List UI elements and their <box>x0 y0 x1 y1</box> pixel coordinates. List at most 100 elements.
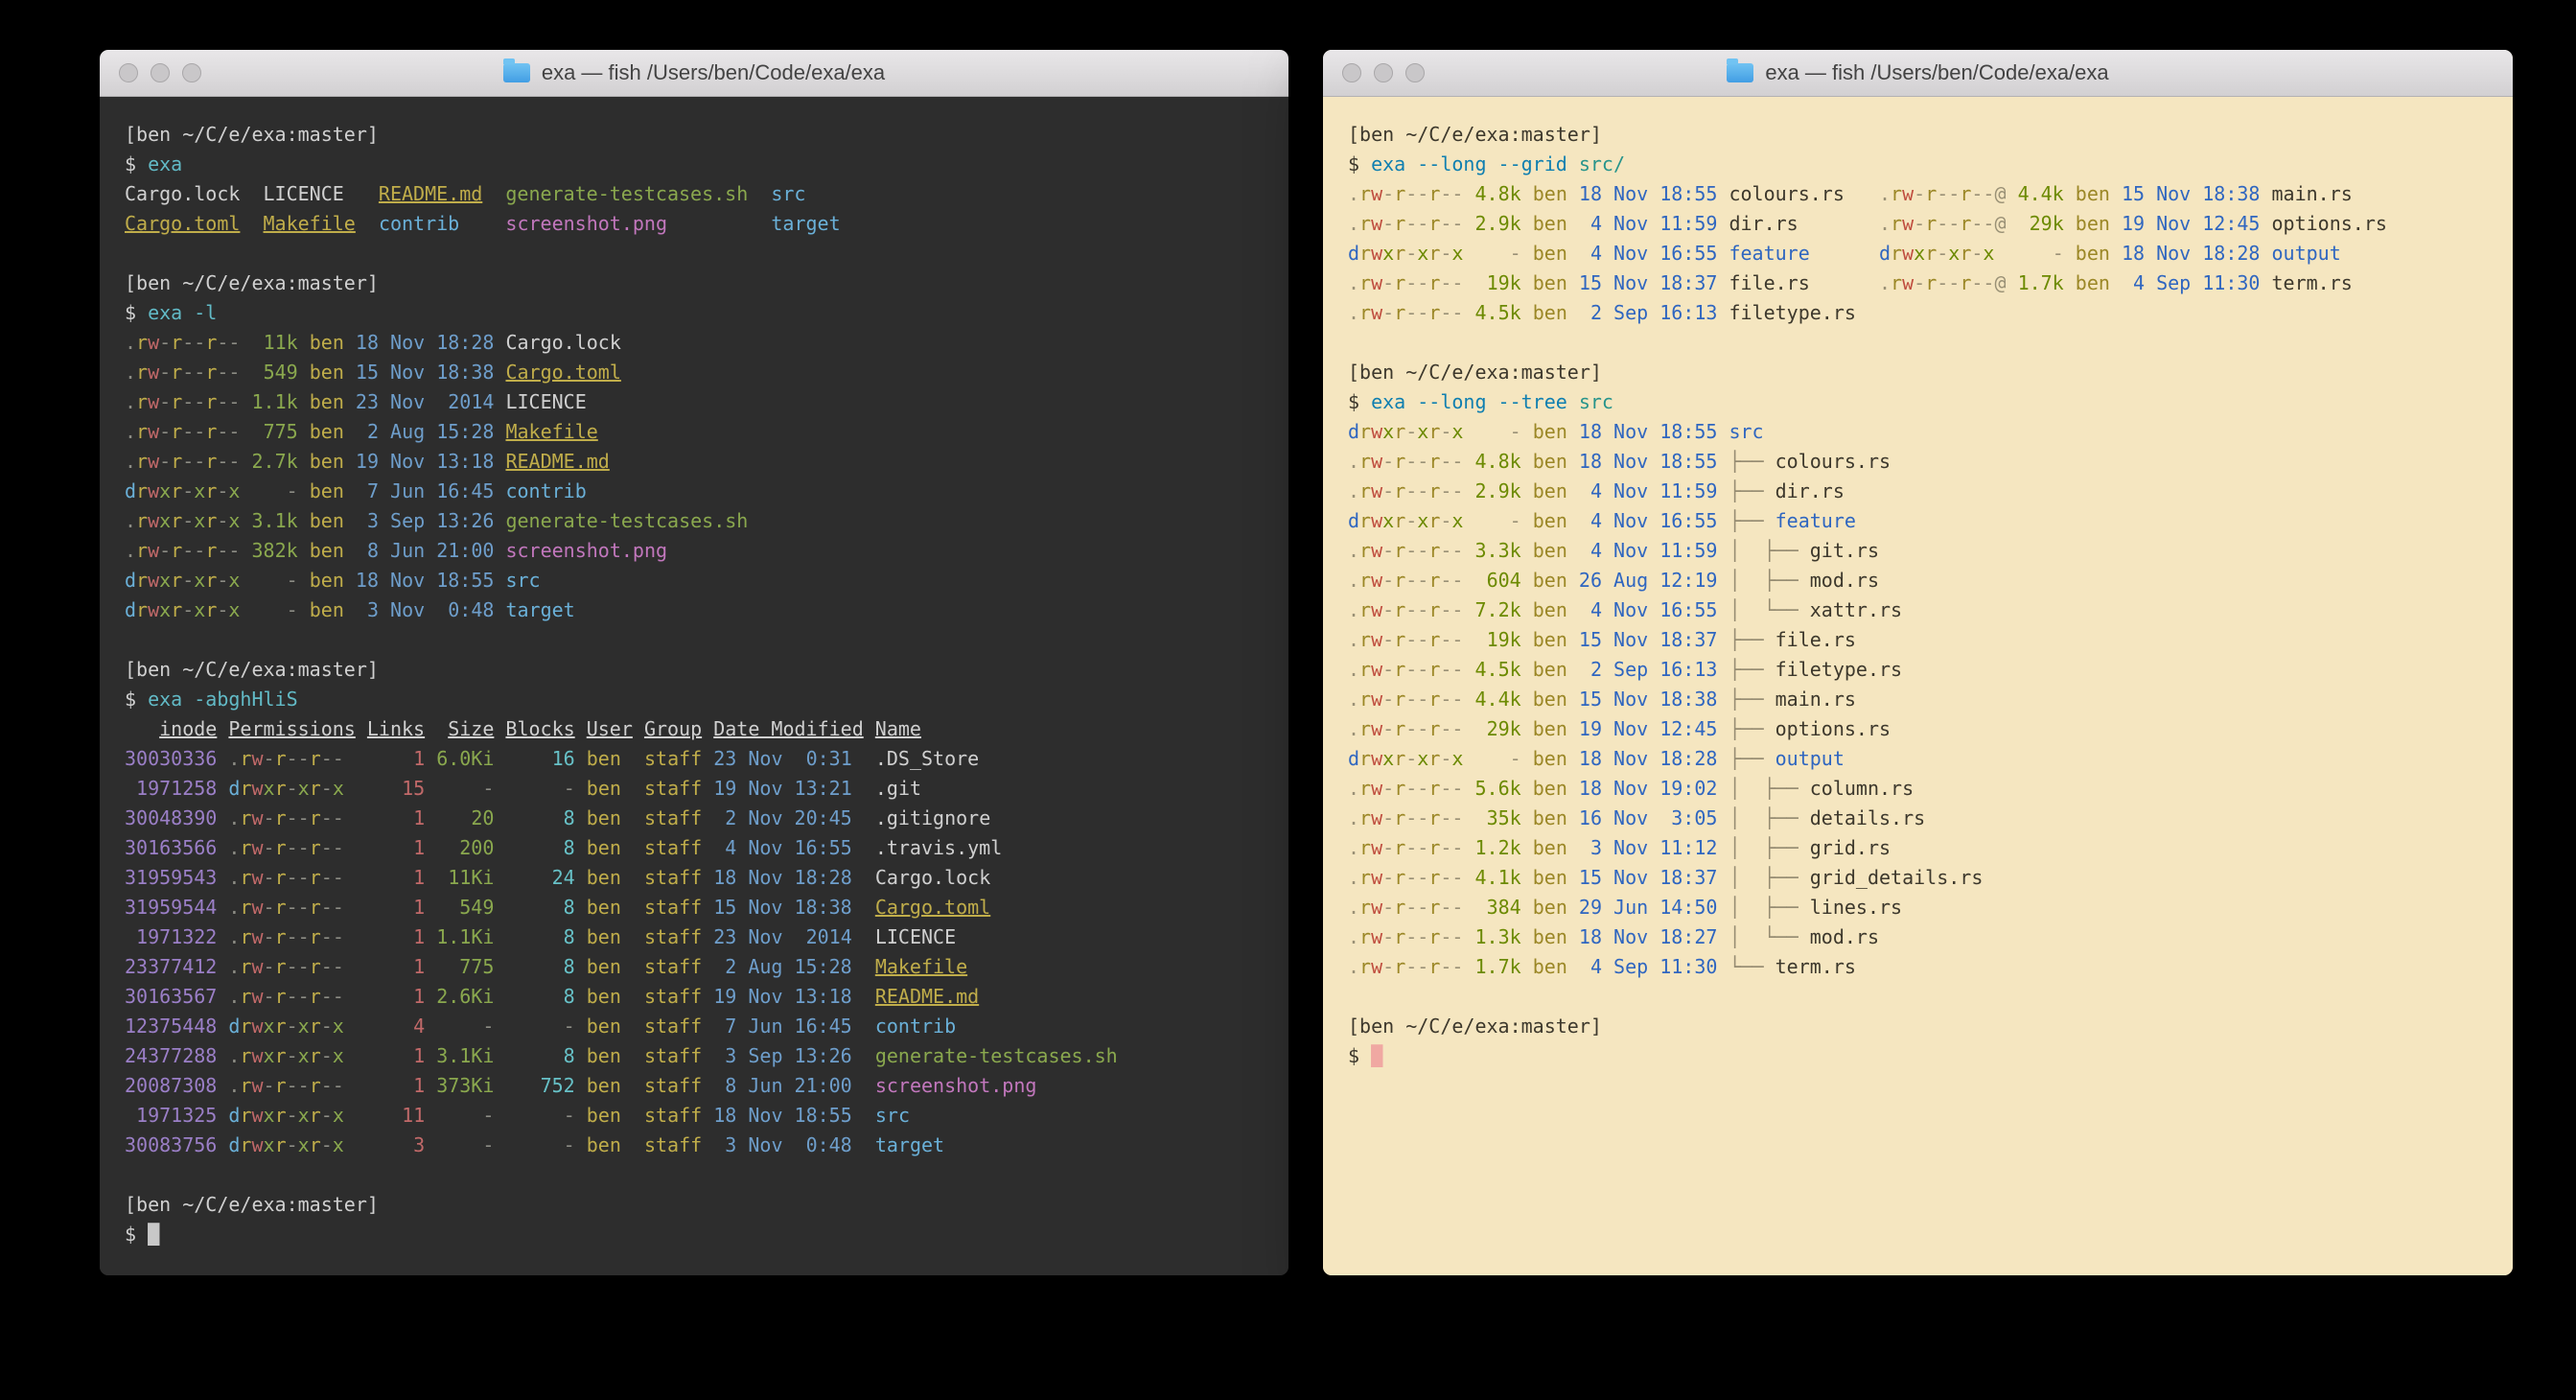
text-segment: └── <box>1729 955 1775 978</box>
permission-char: - <box>1405 717 1417 740</box>
terminal-line: $ █ <box>1348 1041 2488 1071</box>
permission-char: r <box>1394 777 1405 800</box>
text-segment: README.md <box>379 182 482 205</box>
text-segment <box>1567 301 1579 324</box>
text-segment: ├── <box>1729 717 1775 740</box>
text-segment <box>2260 271 2271 294</box>
text-segment: ben <box>587 747 621 770</box>
terminal-line: $ █ <box>125 1220 1264 1249</box>
minimize-button[interactable] <box>151 63 170 82</box>
text-segment <box>240 212 263 235</box>
text-segment: 3.1k <box>252 509 298 532</box>
permission-char: r <box>1428 658 1440 681</box>
permission-char: - <box>287 806 298 829</box>
zoom-button[interactable] <box>1405 63 1425 82</box>
permission-char: r <box>136 539 148 562</box>
text-segment <box>575 747 587 770</box>
text-segment <box>1521 777 1533 800</box>
text-segment <box>852 1044 875 1067</box>
text-segment: ben <box>1533 836 1567 859</box>
permission-char: . <box>1348 539 1359 562</box>
text-segment: │ └── <box>1729 598 1809 621</box>
text-segment <box>344 1104 402 1127</box>
permission-char: w <box>1371 925 1382 948</box>
permission-char: x <box>1382 747 1394 770</box>
permission-char: - <box>1382 866 1394 889</box>
permission-char: x <box>194 569 205 592</box>
text-segment <box>575 985 587 1008</box>
text-segment <box>344 509 356 532</box>
text-segment <box>1463 628 1486 651</box>
window-controls <box>1342 50 1425 96</box>
text-segment: 1.7k <box>1475 955 1521 978</box>
text-segment: 23 Nov 2014 <box>713 925 852 948</box>
permission-char: . <box>125 331 136 354</box>
minimize-button[interactable] <box>1374 63 1393 82</box>
text-segment <box>1567 271 1579 294</box>
text-segment: - <box>287 598 298 621</box>
titlebar[interactable]: exa — fish /Users/ben/Code/exa/exa <box>100 50 1288 97</box>
permission-char: w <box>148 331 159 354</box>
close-button[interactable] <box>119 63 138 82</box>
text-segment: ben <box>1533 717 1567 740</box>
text-segment: generate-testcases.sh <box>505 182 748 205</box>
close-button[interactable] <box>1342 63 1361 82</box>
text-segment: [ben ~/C/e/exa:master] <box>125 123 379 146</box>
text-segment: Cargo.lock LICENCE <box>125 182 379 205</box>
text-segment <box>344 806 413 829</box>
permission-char: - <box>1440 420 1451 443</box>
text-segment: ben <box>1533 479 1567 502</box>
text-segment: lines.rs <box>1810 896 1902 919</box>
permission-char: w <box>1371 955 1382 978</box>
text-segment: staff <box>644 1044 702 1067</box>
permission-char: w <box>251 747 263 770</box>
terminal-line: 31959543 .rw-r--r-- 1 11Ki 24 ben staff … <box>125 863 1264 893</box>
permission-char: w <box>1371 717 1382 740</box>
text-segment <box>425 747 436 770</box>
permission-char: - <box>321 1074 333 1097</box>
terminal-output[interactable]: [ben ~/C/e/exa:master]$ exa --long --gri… <box>1323 97 2513 1275</box>
text-segment: colours.rs <box>1729 182 1844 205</box>
permission-char: r <box>205 331 217 354</box>
permission-char: - <box>1451 777 1463 800</box>
text-segment <box>2110 242 2122 265</box>
text-segment: target <box>771 212 840 235</box>
text-segment: target <box>505 598 574 621</box>
permission-char: - <box>1382 182 1394 205</box>
text-segment <box>240 390 251 413</box>
text-segment: 1.1Ki <box>436 925 494 948</box>
terminal-output[interactable]: [ben ~/C/e/exa:master]$ exaCargo.lock LI… <box>100 97 1288 1275</box>
text-segment: 1 <box>413 747 425 770</box>
permission-char: . <box>1348 955 1359 978</box>
text-segment: Name <box>875 717 921 740</box>
permission-char: r <box>205 479 217 502</box>
permission-char: x <box>1451 509 1463 532</box>
terminal-line: [ben ~/C/e/exa:master] <box>1348 120 2488 150</box>
permission-char: r <box>1359 539 1371 562</box>
permission-char: r <box>1359 688 1371 711</box>
permission-char: x <box>228 509 240 532</box>
text-segment <box>1717 271 1729 294</box>
zoom-button[interactable] <box>182 63 201 82</box>
text-segment: staff <box>644 836 702 859</box>
window-title-area: exa — fish /Users/ben/Code/exa/exa <box>1727 60 2108 85</box>
text-segment: LICENCE <box>505 390 586 413</box>
terminal-line: 23377412 .rw-r--r-- 1 775 8 ben staff 2 … <box>125 952 1264 982</box>
titlebar[interactable]: exa — fish /Users/ben/Code/exa/exa <box>1323 50 2513 97</box>
text-segment: - <box>564 1133 575 1156</box>
permission-char: - <box>1440 212 1451 235</box>
text-segment: 2 Nov 20:45 <box>713 806 852 829</box>
text-segment: 3 <box>413 1133 425 1156</box>
permission-char: . <box>1348 658 1359 681</box>
text-segment: 1 <box>413 806 425 829</box>
terminal-line: 31959544 .rw-r--r-- 1 549 8 ben staff 15… <box>125 893 1264 922</box>
terminal-line: 20087308 .rw-r--r-- 1 373Ki 752 ben staf… <box>125 1071 1264 1101</box>
permission-char: w <box>148 539 159 562</box>
text-segment <box>702 717 713 740</box>
permission-char: - <box>228 361 240 384</box>
permission-char: - <box>1948 271 1960 294</box>
permission-char: - <box>321 1015 333 1038</box>
permission-char: r <box>240 985 251 1008</box>
permission-char: w <box>1371 242 1382 265</box>
permission-char: - <box>321 806 333 829</box>
